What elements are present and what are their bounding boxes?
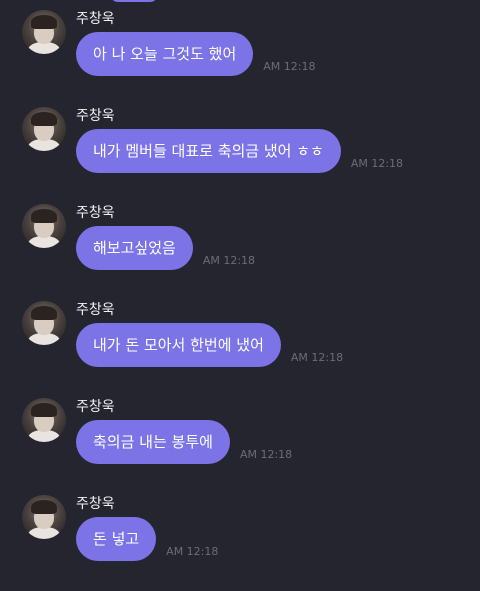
message-row: 내가 돈 모아서 한번에 냈어 AM 12:18 bbox=[76, 323, 343, 367]
message-bubble[interactable]: 아 나 오늘 그것도 했어 bbox=[76, 32, 254, 76]
message-row: 해보고싶었음 AM 12:18 bbox=[76, 226, 255, 270]
avatar[interactable] bbox=[22, 398, 66, 442]
message-row: 돈 넣고 AM 12:18 bbox=[76, 517, 218, 561]
sender-name: 주창욱 bbox=[76, 205, 115, 221]
chat-message: 주창욱 돈 넣고 AM 12:18 bbox=[22, 495, 472, 591]
avatar[interactable] bbox=[22, 495, 66, 539]
sender-name: 주창욱 bbox=[76, 399, 115, 415]
chat-message: 주창욱 아 나 오늘 그것도 했어 AM 12:18 bbox=[22, 10, 472, 106]
avatar-hair bbox=[31, 403, 57, 417]
avatar[interactable] bbox=[22, 204, 66, 248]
avatar-hair bbox=[31, 306, 57, 320]
chat-message-list[interactable]: 주창욱 아 나 오늘 그것도 했어 AM 12:18 주창욱 내가 멤버들 대표… bbox=[0, 0, 480, 590]
message-time: AM 12:18 bbox=[263, 60, 316, 73]
message-bubble[interactable]: 축의금 내는 봉투에 bbox=[76, 420, 230, 464]
sender-name: 주창욱 bbox=[76, 11, 115, 27]
sender-name: 주창욱 bbox=[76, 496, 115, 512]
avatar[interactable] bbox=[22, 301, 66, 345]
avatar[interactable] bbox=[22, 107, 66, 151]
message-bubble[interactable]: 해보고싶었음 bbox=[76, 226, 193, 270]
message-bubble[interactable]: 내가 멤버들 대표로 축의금 냈어 ㅎㅎ bbox=[76, 129, 341, 173]
chat-message: 주창욱 해보고싶었음 AM 12:18 bbox=[22, 204, 472, 300]
message-row: 내가 멤버들 대표로 축의금 냈어 ㅎㅎ AM 12:18 bbox=[76, 129, 403, 173]
sender-name: 주창욱 bbox=[76, 302, 115, 318]
avatar-hair bbox=[31, 15, 57, 29]
avatar-hair bbox=[31, 500, 57, 514]
message-bubble[interactable]: 돈 넣고 bbox=[76, 517, 157, 561]
message-time: AM 12:18 bbox=[350, 157, 404, 170]
avatar[interactable] bbox=[22, 10, 66, 54]
message-time: AM 12:18 bbox=[290, 351, 344, 364]
message-row: 아 나 오늘 그것도 했어 AM 12:18 bbox=[76, 32, 316, 76]
message-time: AM 12:18 bbox=[166, 545, 219, 558]
avatar-hair bbox=[31, 209, 57, 223]
sender-name: 주창욱 bbox=[76, 108, 115, 124]
chat-message: 주창욱 축의금 내는 봉투에 AM 12:18 bbox=[22, 398, 472, 494]
avatar-hair bbox=[31, 112, 57, 126]
message-time: AM 12:18 bbox=[239, 448, 293, 461]
message-bubble[interactable]: 내가 돈 모아서 한번에 냈어 bbox=[76, 323, 281, 367]
chat-message: 주창욱 내가 돈 모아서 한번에 냈어 AM 12:18 bbox=[22, 301, 472, 397]
message-row: 축의금 내는 봉투에 AM 12:18 bbox=[76, 420, 292, 464]
message-time: AM 12:18 bbox=[202, 254, 256, 267]
chat-message: 주창욱 내가 멤버들 대표로 축의금 냈어 ㅎㅎ AM 12:18 bbox=[22, 107, 472, 203]
